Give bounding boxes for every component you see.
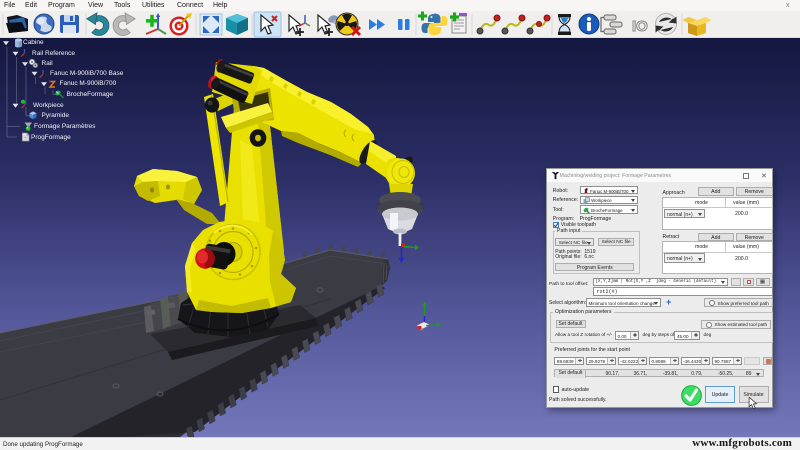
svg-text:IO: IO bbox=[632, 18, 648, 35]
